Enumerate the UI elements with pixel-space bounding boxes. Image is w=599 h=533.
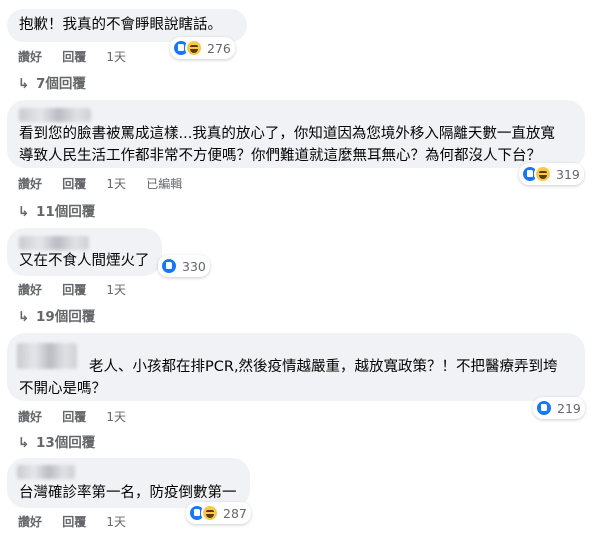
timestamp[interactable]: 1天 (106, 281, 126, 298)
like-button[interactable]: 讚好 (18, 281, 42, 298)
reply-button[interactable]: 回覆 (62, 281, 86, 298)
reaction-summary[interactable]: 319 (519, 163, 584, 185)
like-button[interactable]: 讚好 (18, 513, 42, 530)
view-replies-button[interactable]: ↳ 11個回覆 (18, 200, 95, 220)
replies-count: 11個回覆 (36, 204, 96, 220)
like-button[interactable]: 讚好 (18, 408, 42, 425)
replies-count: 13個回覆 (36, 435, 96, 451)
reply-button[interactable]: 回覆 (62, 48, 86, 65)
comment-text: 不開心是嗎？ (19, 381, 106, 397)
reaction-summary[interactable]: 287 (186, 502, 251, 524)
haha-icon (534, 165, 552, 183)
comment-actions: 讚好 回覆 1天 (18, 408, 142, 425)
like-button[interactable]: 讚好 (18, 175, 42, 192)
comment-bubble: 又在不食人間煙火了 (7, 228, 162, 276)
reaction-count: 276 (207, 40, 231, 56)
timestamp[interactable]: 1天 (106, 408, 126, 425)
reply-arrow-icon: ↳ (18, 435, 30, 451)
reply-arrow-icon: ↳ (18, 309, 30, 325)
comment-actions: 讚好 回覆 1天 (18, 48, 142, 65)
reaction-count: 319 (556, 166, 580, 182)
reaction-count: 219 (557, 400, 581, 416)
comment-text: 台灣確診率第一名，防疫倒數第一 (19, 485, 237, 501)
reply-arrow-icon: ↳ (18, 76, 30, 92)
view-replies-button[interactable]: ↳ 19個回覆 (18, 305, 95, 325)
reaction-summary[interactable]: 219 (533, 397, 585, 419)
comment-actions: 讚好 回覆 1天 (18, 513, 142, 530)
like-icon (535, 399, 553, 417)
reply-button[interactable]: 回覆 (62, 408, 86, 425)
haha-icon (185, 39, 203, 57)
timestamp[interactable]: 1天 (106, 513, 126, 530)
timestamp[interactable]: 1天 (106, 175, 126, 192)
author-name-blurred[interactable] (19, 108, 91, 122)
reaction-summary[interactable]: 330 (158, 255, 210, 277)
like-button[interactable]: 讚好 (18, 48, 42, 65)
reaction-count: 287 (223, 505, 247, 521)
timestamp[interactable]: 1天 (106, 48, 126, 65)
reply-button[interactable]: 回覆 (62, 513, 86, 530)
view-replies-button[interactable]: ↳ 13個回覆 (18, 431, 95, 451)
comment-text: 又在不食人間煙火了 (19, 253, 150, 269)
comment-text: 導致人民生活工作都非常不方便嗎？你們難道就這麼無耳無心？為何都沒人下台？ (19, 148, 541, 164)
comment-text: 看到您的臉書被罵成這樣...我真的放心了，你知道因為您境外移入隔離天數一直放寬 (19, 126, 555, 142)
comment-text: 抱歉！我真的不會睜眼說瞎話。 (19, 17, 222, 33)
reaction-count: 330 (182, 258, 206, 274)
reply-arrow-icon: ↳ (18, 204, 30, 220)
like-icon (160, 257, 178, 275)
author-name-blurred[interactable] (19, 236, 89, 250)
author-name-blurred[interactable] (17, 343, 77, 369)
author-name-blurred[interactable] (17, 465, 75, 479)
reply-button[interactable]: 回覆 (62, 175, 86, 192)
comment-actions: 讚好 回覆 1天 已編輯 (18, 175, 198, 192)
haha-icon (201, 504, 219, 522)
reaction-summary[interactable]: 276 (170, 37, 235, 59)
comment-bubble: 台灣確診率第一名，防疫倒數第一 (7, 458, 250, 508)
comment-actions: 讚好 回覆 1天 (18, 281, 142, 298)
edited-label[interactable]: 已編輯 (146, 175, 182, 192)
replies-count: 7個回覆 (36, 76, 86, 92)
comment-bubble: 老人、小孩都在排PCR,然後疫情越嚴重，越放寬政策？！不把醫療弄到垮 不開心是嗎… (7, 333, 585, 401)
view-replies-button[interactable]: ↳ 7個回覆 (18, 72, 86, 92)
comment-text: 老人、小孩都在排PCR,然後疫情越嚴重，越放寬政策？！不把醫療弄到垮 (89, 359, 558, 375)
replies-count: 19個回覆 (36, 309, 96, 325)
comment-bubble: 看到您的臉書被罵成這樣...我真的放心了，你知道因為您境外移入隔離天數一直放寬 … (7, 100, 585, 168)
